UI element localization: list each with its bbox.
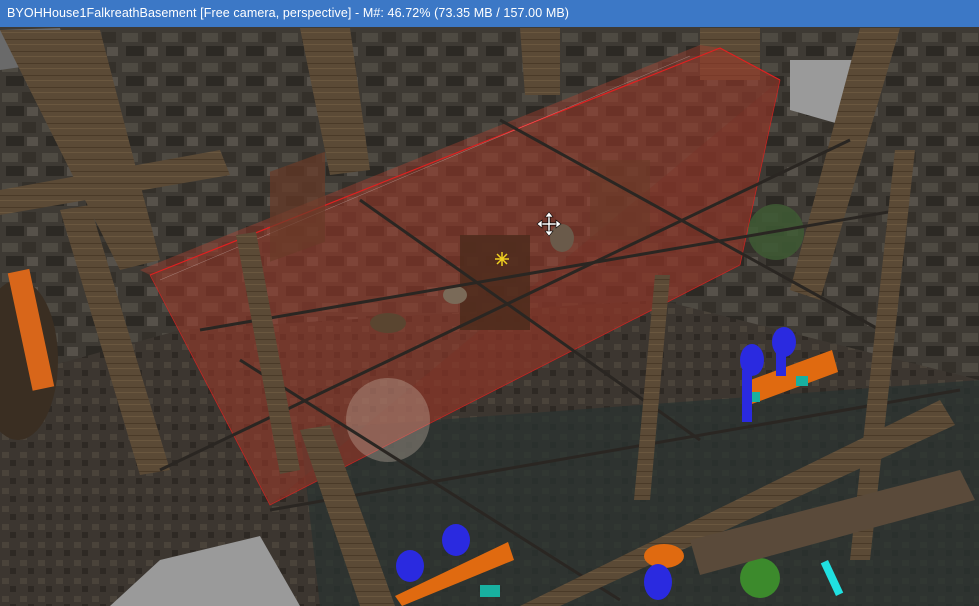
door xyxy=(590,160,650,240)
npc-marker[interactable] xyxy=(396,550,424,582)
pot-prop xyxy=(550,224,574,252)
light-radius xyxy=(346,378,430,462)
window-title-bar: BYOHHouse1FalkreathBasement [Free camera… xyxy=(0,0,979,27)
npc-marker[interactable] xyxy=(442,524,470,556)
chair-marker[interactable] xyxy=(644,544,684,568)
plant-marker xyxy=(740,558,780,598)
editor-render-window: BYOHHouse1FalkreathBasement [Free camera… xyxy=(0,0,979,606)
light-marker-icon[interactable] xyxy=(495,252,509,266)
npc-marker[interactable] xyxy=(644,564,672,600)
timber-beam xyxy=(520,28,560,95)
render-viewport[interactable] xyxy=(0,27,979,606)
bowl-prop xyxy=(370,313,406,333)
